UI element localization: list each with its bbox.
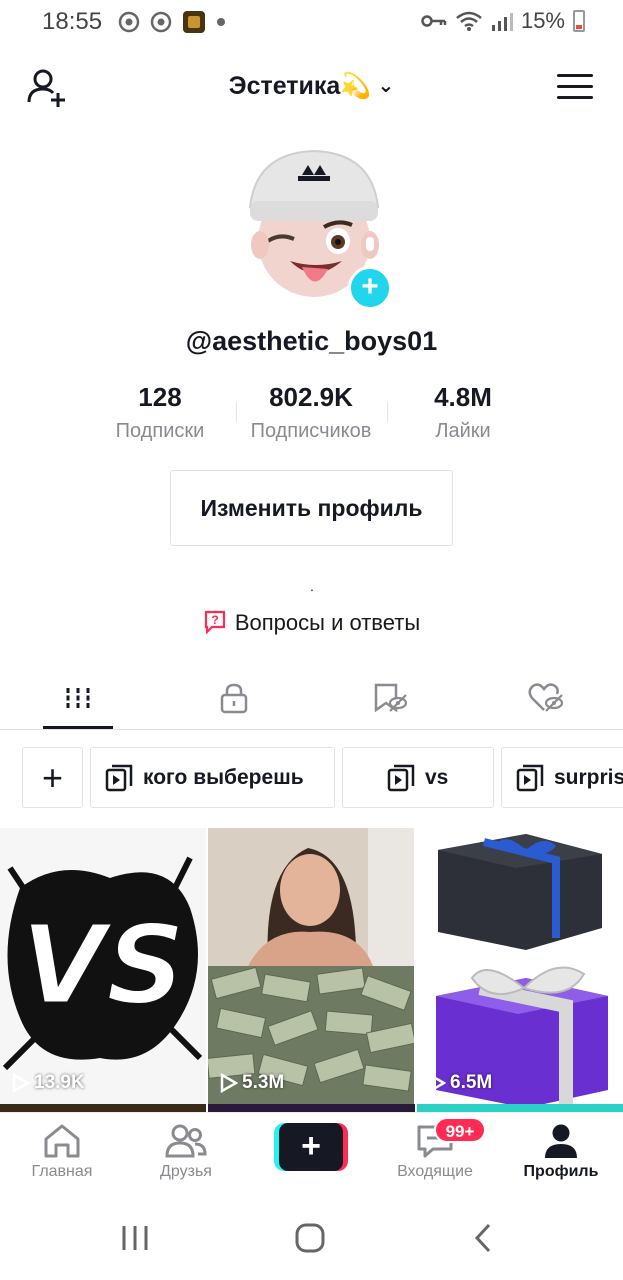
playlist-chip[interactable]: кого выберешь: [90, 747, 335, 808]
gift-box-thumbnail-image: [416, 828, 623, 1104]
playlists-row: + кого выберешь vs surprise: [22, 747, 623, 809]
playlist-label: surprise: [554, 765, 623, 789]
stat-likes[interactable]: 4.8M Лайки: [383, 380, 543, 443]
friends-icon: [165, 1124, 207, 1158]
video-thumbnail-partial: [208, 1104, 415, 1112]
status-time: 18:55: [42, 8, 103, 35]
home-icon: [44, 1124, 80, 1158]
chevron-down-icon: ⌄: [377, 75, 395, 97]
plus-icon: +: [279, 1123, 343, 1171]
stat-label: Лайки: [435, 420, 491, 442]
stat-value: 4.8M: [434, 382, 492, 412]
playlist-chip[interactable]: vs: [342, 747, 494, 808]
signal-icon: [491, 13, 513, 31]
girl-money-thumbnail-image: [208, 828, 414, 1104]
view-count: 5.3M: [220, 1072, 284, 1094]
content-tabs: [0, 668, 623, 730]
playlist-icon: [516, 764, 544, 791]
profile-icon: [545, 1124, 577, 1158]
notification-icons: [118, 10, 226, 34]
bottom-navigation: Главная Друзья + Входящие 99+ Профиль: [0, 1112, 623, 1202]
nav-inbox-label: Входящие: [397, 1163, 473, 1180]
status-bar: 18:55 15%: [0, 0, 623, 48]
grid-icon: [66, 688, 90, 708]
account-name: Эстетика💫: [228, 72, 372, 100]
question-answer-icon: ?: [204, 610, 225, 634]
home-system-icon[interactable]: [294, 1222, 326, 1254]
add-playlist-button[interactable]: +: [22, 747, 83, 808]
tab-liked[interactable]: [506, 668, 586, 728]
status-right: 15%: [421, 8, 585, 34]
recent-apps-icon[interactable]: [120, 1224, 150, 1252]
vs-thumbnail-image: VS: [0, 828, 206, 1104]
profile-header: Эстетика💫 ⌄: [0, 58, 623, 118]
qa-link[interactable]: ? Вопросы и ответы: [0, 610, 623, 636]
profile-bio: .: [310, 578, 314, 594]
view-count-value: 6.5M: [450, 1072, 493, 1093]
playlist-chip[interactable]: surprise: [501, 747, 623, 808]
playlist-label: vs: [425, 765, 449, 789]
bookmark-hidden-icon: [374, 683, 408, 713]
nav-friends-label: Друзья: [160, 1163, 212, 1180]
battery-percent: 15%: [520, 8, 565, 33]
svg-text:VS: VS: [21, 901, 185, 1029]
active-tab-indicator: [43, 726, 113, 729]
video-thumbnail[interactable]: 6.5M: [416, 828, 623, 1104]
nav-profile-label: Профиль: [523, 1163, 599, 1180]
playlist-label: кого выберешь: [143, 765, 304, 789]
add-avatar-plus-button[interactable]: +: [348, 266, 392, 310]
tab-videos[interactable]: [38, 668, 118, 728]
stat-label: Подписки: [115, 420, 205, 442]
video-grid: VS 13.9K 5.3M 6.5M: [0, 828, 623, 1110]
nav-friends[interactable]: Друзья: [131, 1123, 241, 1181]
profile-stats: 128 Подписки 802.9K Подписчиков 4.8M Лай…: [0, 380, 623, 450]
view-count: 13.9K: [12, 1072, 85, 1094]
nav-home-label: Главная: [31, 1163, 93, 1180]
video-grid-next-row: [0, 1104, 623, 1112]
video-thumbnail-partial: [416, 1104, 623, 1112]
back-icon[interactable]: [472, 1222, 494, 1254]
qa-label: Вопросы и ответы: [234, 610, 421, 635]
lock-icon: [220, 683, 248, 714]
battery-icon: [573, 10, 585, 32]
video-thumbnail[interactable]: VS 13.9K: [0, 828, 206, 1104]
notification-dot-icon: [217, 18, 225, 26]
inbox-badge: 99+: [434, 1117, 486, 1143]
create-video-button[interactable]: +: [274, 1123, 348, 1171]
nav-home[interactable]: Главная: [7, 1123, 117, 1181]
notification-app-icon: [150, 11, 172, 33]
play-icon: [12, 1073, 30, 1093]
wifi-icon: [456, 11, 482, 31]
stat-followers[interactable]: 802.9K Подписчиков: [231, 380, 391, 443]
view-count: 6.5M: [428, 1072, 492, 1094]
stat-value: 802.9K: [269, 382, 353, 412]
svg-text:?: ?: [211, 613, 218, 627]
menu-icon[interactable]: [557, 74, 593, 102]
video-thumbnail[interactable]: 5.3M: [208, 828, 414, 1104]
vpn-key-icon: [421, 15, 447, 27]
system-navigation-bar: [0, 1202, 623, 1280]
play-icon: [220, 1073, 238, 1093]
nav-profile[interactable]: Профиль: [506, 1123, 616, 1181]
stat-following[interactable]: 128 Подписки: [80, 380, 240, 443]
tab-private[interactable]: [194, 668, 274, 728]
stat-value: 128: [138, 382, 182, 412]
account-switcher[interactable]: Эстетика💫 ⌄: [0, 72, 623, 101]
stat-label: Подписчиков: [250, 420, 372, 442]
notification-game-icon: [183, 11, 205, 33]
username: @aesthetic_boys01: [185, 326, 438, 356]
view-count-value: 5.3M: [242, 1072, 285, 1093]
play-icon: [428, 1073, 446, 1093]
playlist-icon: [387, 764, 415, 791]
view-count-value: 13.9K: [34, 1072, 85, 1093]
playlist-icon: [105, 764, 133, 791]
video-thumbnail-partial: [0, 1104, 207, 1112]
edit-profile-button[interactable]: Изменить профиль: [170, 470, 453, 546]
notification-app-icon: [118, 11, 140, 33]
tab-favorites[interactable]: [350, 668, 430, 728]
heart-hidden-icon: [528, 683, 564, 712]
